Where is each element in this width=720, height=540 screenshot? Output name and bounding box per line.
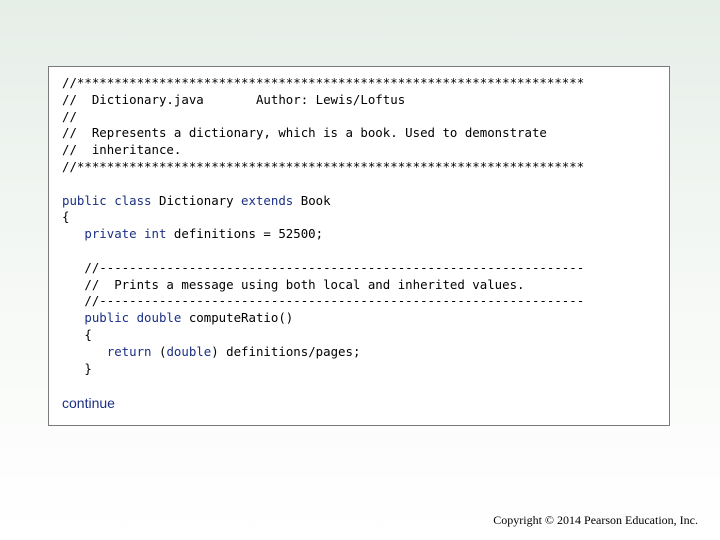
code-keyword: public class <box>62 192 159 208</box>
code-keyword: return <box>62 343 159 359</box>
code-keyword: double <box>166 343 212 359</box>
code-text: Book <box>300 192 331 208</box>
code-line: // Dictionary.java Author: Lewis/Loftus <box>62 92 584 109</box>
code-text: Dictionary <box>158 192 242 208</box>
code-text: definitions = 52500; <box>173 226 324 242</box>
continue-label: continue <box>62 395 115 411</box>
code-line: //--------------------------------------… <box>62 293 584 310</box>
code-keyword: extends <box>241 192 301 208</box>
code-comment: // inheritance. <box>62 142 182 158</box>
code-text: ) definitions/pages; <box>211 343 361 359</box>
code-comment: //**************************************… <box>62 158 585 174</box>
code-text: { <box>62 326 92 342</box>
code-line: } <box>62 361 584 378</box>
code-line: // Represents a dictionary, which is a b… <box>62 125 584 142</box>
code-keyword: public double <box>62 310 189 326</box>
code-line: return (double) definitions/pages; <box>62 344 584 361</box>
copyright-footer: Copyright © 2014 Pearson Education, Inc. <box>493 513 698 527</box>
code-text: computeRatio() <box>188 310 294 326</box>
code-panel: //**************************************… <box>48 66 670 426</box>
code-text: { <box>62 209 70 225</box>
code-line: // Prints a message using both local and… <box>62 277 584 294</box>
code-comment: // Dictionary.java Author: Lewis/Loftus <box>62 91 406 107</box>
code-comment: //--------------------------------------… <box>62 293 585 309</box>
code-line: //**************************************… <box>62 75 584 92</box>
code-comment: // <box>62 108 77 124</box>
code-comment: //--------------------------------------… <box>62 259 585 275</box>
code-line: // <box>62 109 584 126</box>
code-listing: //**************************************… <box>62 75 584 377</box>
code-comment: // Represents a dictionary, which is a b… <box>62 125 547 141</box>
code-text: } <box>62 360 92 376</box>
code-line: private int definitions = 52500; <box>62 226 584 243</box>
code-keyword: private int <box>62 226 174 242</box>
code-line: { <box>62 327 584 344</box>
code-line: // inheritance. <box>62 142 584 159</box>
code-line: public class Dictionary extends Book <box>62 193 584 210</box>
code-line: //--------------------------------------… <box>62 260 584 277</box>
code-comment: //**************************************… <box>62 75 585 90</box>
code-line: //**************************************… <box>62 159 584 176</box>
code-comment: // Prints a message using both local and… <box>62 276 525 292</box>
code-line: public double computeRatio() <box>62 310 584 327</box>
code-line: { <box>62 209 584 226</box>
